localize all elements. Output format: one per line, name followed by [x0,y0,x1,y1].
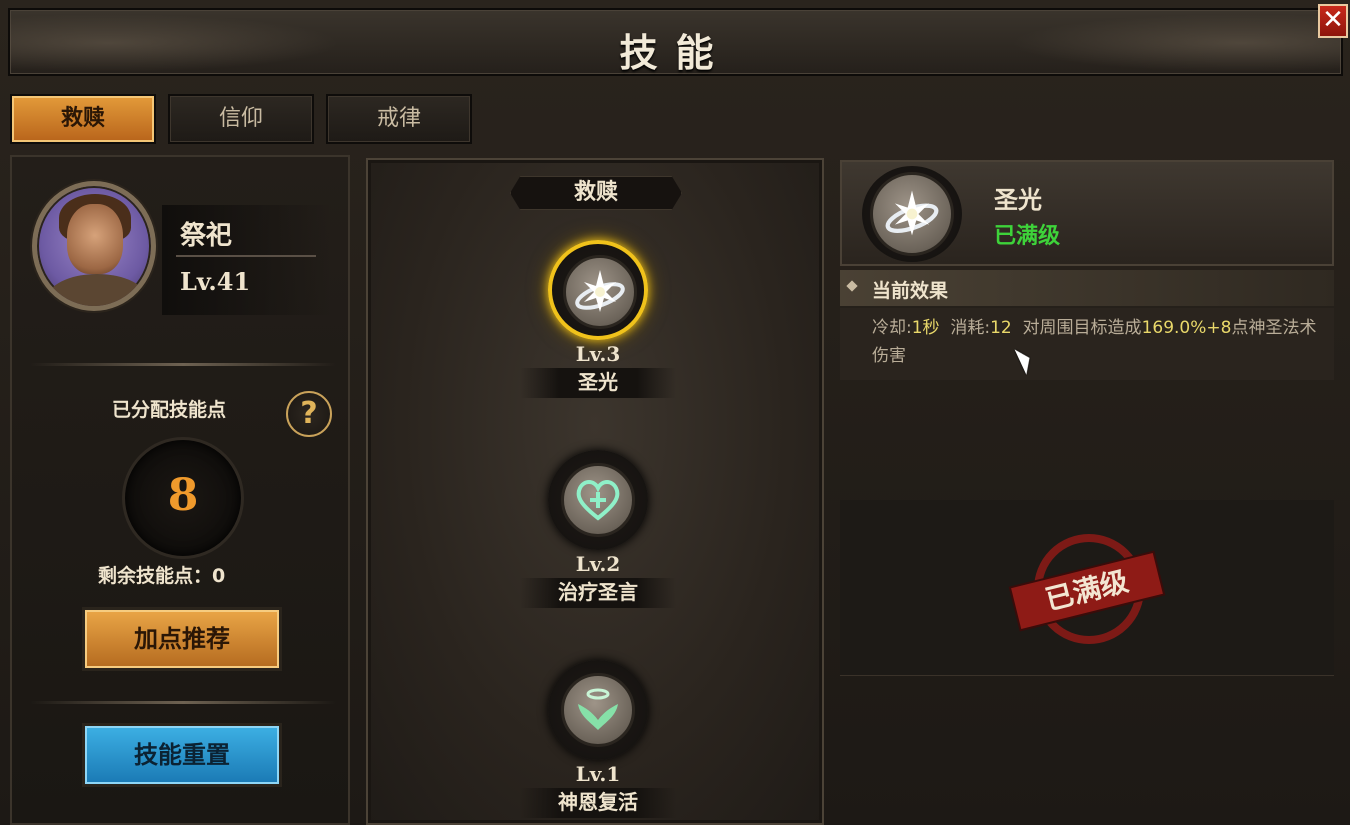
max-level-area: 已满级 [840,500,1334,676]
title-bar: 技能 [8,8,1343,76]
allocated-points-label: 已分配技能点 [112,399,227,421]
name-divider [176,255,316,257]
skill-ring[interactable] [548,660,648,760]
character-panel: 祭祀 Lv.41 已分配技能点 ? 8 剩余技能点：0 加点推荐 技能重置 [10,155,350,825]
divider-bottom [30,701,336,704]
cooldown-value: 1秒 [911,318,940,338]
skill-name: 圣光 [520,368,676,398]
skill-node-heal[interactable]: Lv.2 治疗圣言 [520,450,676,620]
skill-ring-selected[interactable] [548,240,648,340]
tab-faith[interactable]: 信仰 [168,94,314,144]
skill-level: Lv.2 [575,552,621,576]
damage-value: 169.0%+8 [1141,318,1232,338]
skill-ring[interactable] [548,450,648,550]
character-level: Lv.41 [180,267,251,296]
effect-body: 冷却:1秒 消耗:12 对周围目标造成169.0%+8点神圣法术伤害 [840,308,1334,380]
avatar [32,181,156,321]
effect-description: 冷却:1秒 消耗:12 对周围目标造成169.0%+8点神圣法术伤害 [872,314,1322,370]
tab-bar: 救赎 信仰 戒律 [10,94,472,144]
skills-window: 技能 ✕ 救赎 信仰 戒律 祭祀 Lv.41 已分配技能点 ? 8 剩余技能点：… [0,0,1350,825]
cost-label: 消耗: [950,318,991,338]
avatar-body [47,274,147,306]
close-icon[interactable]: ✕ [1318,4,1348,38]
tab-redemption[interactable]: 救赎 [10,94,156,144]
window-title: 技能 [619,31,732,75]
tab-discipline[interactable]: 戒律 [326,94,472,144]
heal-heart-icon [561,463,635,537]
avatar-frame [32,181,156,311]
character-class: 祭祀 [180,221,233,251]
help-icon[interactable]: ? [286,391,332,437]
skill-node-resurrection[interactable]: Lv.1 神恩复活 [520,660,676,825]
effect-title: 当前效果 [872,280,949,302]
skill-level: Lv.3 [575,342,621,366]
recommend-button[interactable]: 加点推荐 [82,607,282,671]
skill-name: 神恩复活 [520,788,676,818]
skill-detail-panel: 圣光 已满级 当前效果 冷却:1秒 消耗:12 对周围目标造成169.0%+8点… [840,160,1334,680]
detail-skill-status: 已满级 [994,224,1061,249]
cost-value: 12 [990,318,1012,338]
cooldown-label: 冷却: [872,318,912,338]
detail-skill-name: 圣光 [994,186,1042,214]
diamond-bullet-icon [846,280,858,292]
skill-tree-title: 救赎 [510,176,682,210]
damage-prefix: 对周围目标造成 [1022,318,1142,338]
avatar-face [67,204,123,274]
allocated-points-circle: 8 [122,437,244,559]
holy-light-icon [563,255,637,329]
allocated-points-value: 8 [167,470,199,521]
holy-light-icon [870,172,954,256]
remaining-points-label: 剩余技能点：0 [98,565,226,587]
divider-top [30,363,336,366]
skill-detail-header: 圣光 已满级 [840,160,1334,266]
skill-name: 治疗圣言 [520,578,676,608]
skill-tree-panel: 救赎 Lv.3 圣光 Lv.2 治疗圣言 Lv.1 神恩复活 [366,158,824,825]
skill-level: Lv.1 [575,762,621,786]
reset-skills-button[interactable]: 技能重置 [82,723,282,787]
skill-node-holy-light[interactable]: Lv.3 圣光 [520,240,676,410]
max-level-stamp: 已满级 [1011,534,1163,644]
resurrection-wings-icon [561,673,635,747]
effect-header: 当前效果 [840,270,1334,306]
detail-icon-ring [862,166,962,262]
